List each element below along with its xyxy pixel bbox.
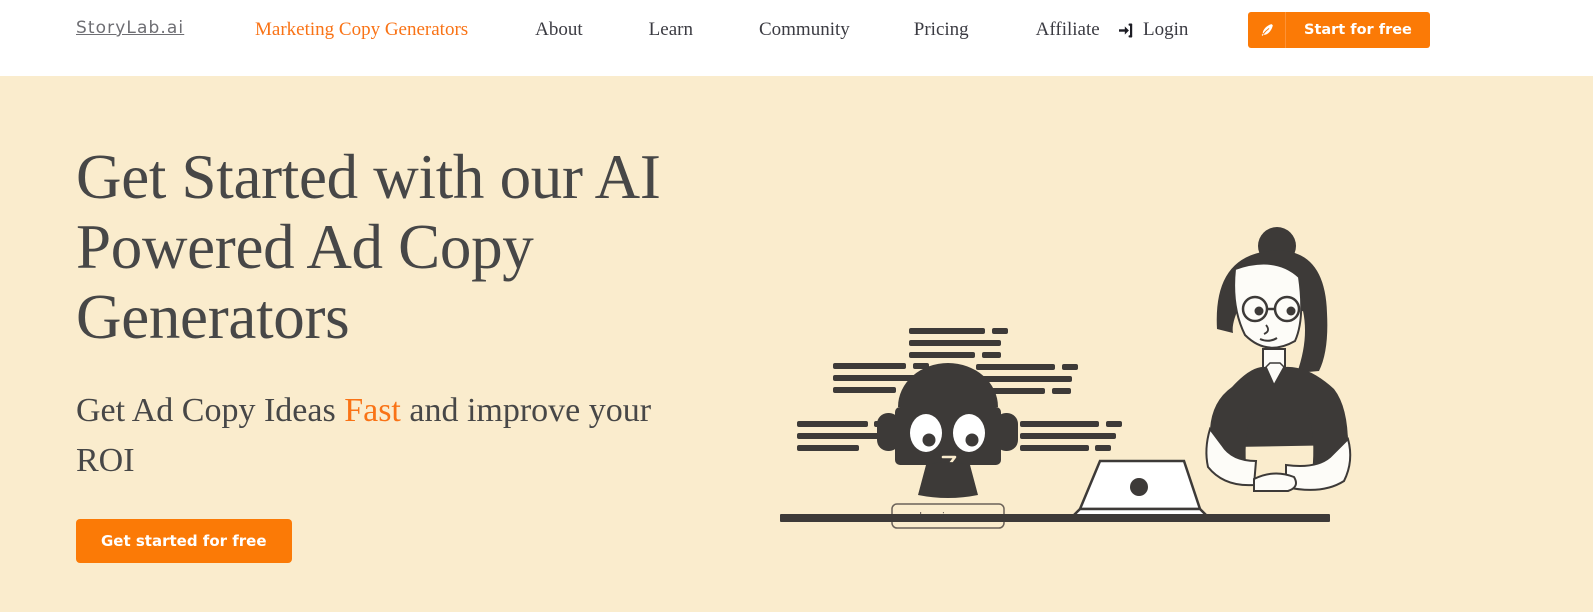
get-started-for-free-button[interactable]: Get started for free (76, 519, 292, 563)
hero-subtitle-before: Get Ad Copy Ideas (76, 392, 345, 429)
nav-item-community[interactable]: Community (759, 18, 850, 42)
text-lines-top (909, 328, 1008, 358)
eye-left (1254, 306, 1264, 316)
login-link[interactable]: Login (1118, 18, 1188, 42)
woman-typing-figure (1205, 227, 1352, 492)
robot-body (918, 462, 978, 498)
nav-links: Marketing Copy Generators About Learn Co… (255, 18, 1100, 42)
hero-subtitle: Get Ad Copy Ideas Fast and improve your … (76, 386, 696, 486)
robot-eye-right (953, 414, 985, 452)
laptop-logo (1130, 478, 1148, 496)
ai-robot-and-writer-illustration: Inspire me (780, 221, 1400, 551)
hands (1253, 472, 1297, 492)
robot-pupil-right (965, 433, 979, 447)
sign-in-arrow-icon (1118, 22, 1135, 39)
text-lines-left (797, 421, 889, 451)
nav-item-about[interactable]: About (535, 18, 583, 42)
nav-item-affiliate[interactable]: Affiliate (1036, 18, 1100, 42)
pen-quill-icon (1248, 12, 1286, 48)
hero-title: Get Started with our AI Powered Ad Copy … (76, 142, 661, 352)
top-navigation-bar: StoryLab.ai Marketing Copy Generators Ab… (0, 0, 1593, 76)
laptop (1068, 459, 1212, 519)
nav-item-marketing-copy-generators[interactable]: Marketing Copy Generators (255, 18, 468, 42)
robot-pupil-left (922, 433, 936, 447)
hero-subtitle-highlight: Fast (344, 392, 401, 429)
start-for-free-button[interactable]: Start for free (1248, 12, 1430, 48)
eye-right (1286, 306, 1296, 316)
login-label: Login (1143, 19, 1189, 40)
text-lines-right (1020, 421, 1122, 451)
hero-section: Get Started with our AI Powered Ad Copy … (0, 76, 1593, 612)
nav-item-pricing[interactable]: Pricing (914, 18, 969, 42)
desk-surface (780, 514, 1330, 522)
robot-figure (877, 363, 1018, 498)
brand-logo[interactable]: StoryLab.ai (76, 18, 184, 38)
start-for-free-label: Start for free (1304, 22, 1412, 38)
nav-item-learn[interactable]: Learn (649, 18, 693, 42)
robot-eye-left (910, 414, 942, 452)
